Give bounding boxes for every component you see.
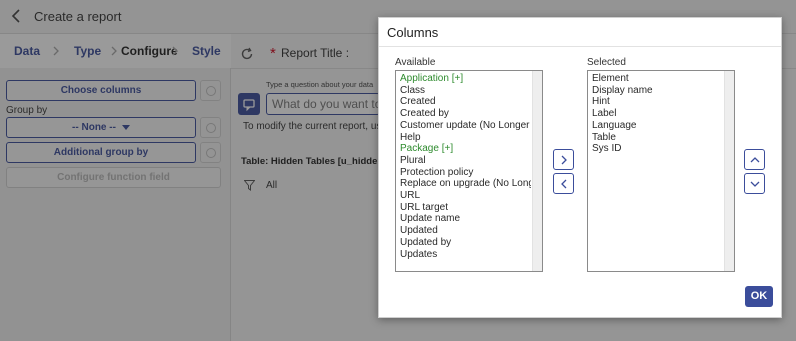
selected-label: Selected (587, 57, 626, 68)
available-column-option[interactable]: Updates (400, 249, 531, 261)
selected-column-option[interactable]: Hint (592, 96, 653, 108)
available-column-option[interactable]: Replace on upgrade (No Longer U (400, 178, 531, 190)
available-column-option[interactable]: Created (400, 96, 531, 108)
available-column-option[interactable]: Plural (400, 155, 531, 167)
selected-column-option[interactable]: Display name (592, 85, 653, 97)
available-label: Available (395, 57, 436, 68)
available-column-option[interactable]: Updated (400, 225, 531, 237)
ok-button[interactable]: OK (745, 286, 773, 307)
selected-columns-list[interactable]: Element Display name Hint Label Language Tabl… (587, 70, 735, 272)
available-column-option[interactable]: Class (400, 85, 531, 97)
arrow-down-icon (750, 181, 760, 187)
selected-column-option[interactable]: Table (592, 132, 653, 144)
selected-column-option[interactable]: Label (592, 108, 653, 120)
available-column-option[interactable]: Updated by (400, 237, 531, 249)
remove-column-button[interactable] (553, 173, 574, 194)
available-columns-list[interactable]: Application [+] Class Created Created by Cus… (395, 70, 543, 272)
add-column-button[interactable] (553, 149, 574, 170)
move-up-button[interactable] (744, 149, 765, 170)
arrow-up-icon (750, 157, 760, 163)
scrollbar[interactable] (724, 71, 734, 271)
selected-column-option[interactable]: Language (592, 120, 653, 132)
selected-column-option[interactable]: Sys ID (592, 143, 653, 155)
available-column-option[interactable]: Customer update (No Longer Us (400, 120, 531, 132)
dialog-header: Columns (379, 18, 781, 47)
arrow-right-icon (561, 155, 567, 165)
available-column-option[interactable]: Created by (400, 108, 531, 120)
available-column-option[interactable]: URL target (400, 202, 531, 214)
available-column-option[interactable]: URL (400, 190, 531, 202)
available-column-option[interactable]: Protection policy (400, 167, 531, 179)
available-column-option[interactable]: Package [+] (400, 143, 531, 155)
arrow-left-icon (561, 179, 567, 189)
available-column-option[interactable]: Update name (400, 213, 531, 225)
available-column-option[interactable]: Help (400, 132, 531, 144)
selected-column-option[interactable]: Element (592, 73, 653, 85)
move-down-button[interactable] (744, 173, 765, 194)
dialog-title: Columns (387, 25, 439, 40)
available-column-option[interactable]: Application [+] (400, 73, 531, 85)
columns-dialog: Columns Available Selected Application [… (378, 17, 782, 318)
scrollbar[interactable] (532, 71, 542, 271)
